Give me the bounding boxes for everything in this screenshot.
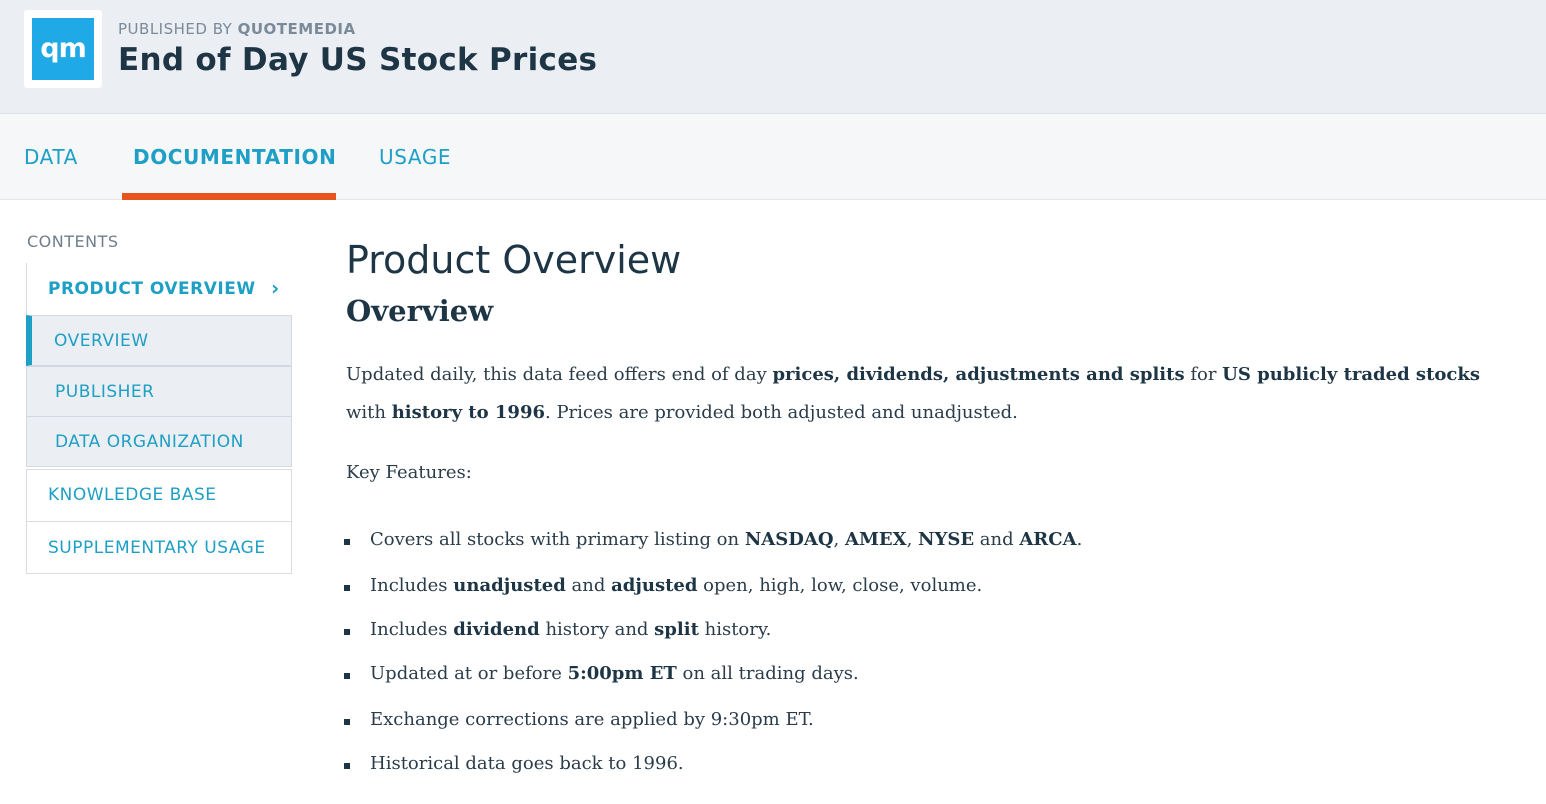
overview-paragraph: Updated daily, this data feed offers end… <box>346 356 1516 432</box>
list-item: Historical data goes back to 1996. <box>344 751 1494 781</box>
bold-text: unadjusted <box>453 575 566 596</box>
text: open, high, low, close, volume. <box>697 575 983 596</box>
section-heading: Product Overview <box>346 238 682 282</box>
text: Historical data goes back to 1996. <box>370 753 684 774</box>
bold-text: ARCA <box>1019 529 1077 550</box>
para-text: for <box>1184 364 1223 385</box>
text: , <box>833 529 845 550</box>
para-bold: prices, dividends, adjustments and split… <box>772 364 1185 385</box>
list-item-text: Includes dividend history and split hist… <box>370 619 771 640</box>
text: Exchange corrections are applied by 9:30… <box>370 709 814 730</box>
bullet-marker <box>344 629 350 635</box>
text: , <box>906 529 919 550</box>
tab-data[interactable]: DATA <box>24 114 78 200</box>
sidebar-item-label: DATA ORGANIZATION <box>55 432 244 452</box>
text: . <box>1076 529 1083 550</box>
list-item-text: Historical data goes back to 1996. <box>370 753 684 774</box>
text: Includes <box>370 619 454 640</box>
page-header: qm PUBLISHED BY QUOTEMEDIA End of Day US… <box>0 0 1546 114</box>
bullet-marker <box>344 719 350 725</box>
para-text: with <box>346 402 392 423</box>
text: Includes <box>370 575 454 596</box>
bullet-marker <box>344 673 350 679</box>
sidebar-item-label: PRODUCT OVERVIEW <box>48 279 256 299</box>
logo-mark: qm <box>32 18 94 80</box>
bullet-marker <box>344 585 350 591</box>
page-title: End of Day US Stock Prices <box>118 42 598 78</box>
bold-text: 5:00pm ET <box>567 663 677 684</box>
bold-text: AMEX <box>844 529 907 550</box>
list-item-text: Covers all stocks with primary listing o… <box>370 529 1082 550</box>
sidebar-subitem-overview[interactable]: OVERVIEW <box>26 315 292 366</box>
bullet-marker <box>344 763 350 769</box>
sidebar-subitem-publisher[interactable]: PUBLISHER <box>26 366 292 417</box>
bold-text: split <box>654 619 699 640</box>
text: on all trading days. <box>676 663 859 684</box>
list-item-text: Includes unadjusted and adjusted open, h… <box>370 575 982 596</box>
key-features-label: Key Features: <box>346 462 472 483</box>
tab-bar: DATA DOCUMENTATION USAGE <box>0 114 1546 200</box>
published-by: PUBLISHED BY QUOTEMEDIA <box>118 20 356 38</box>
para-text: Updated daily, this data feed offers end… <box>346 364 773 385</box>
para-bold: US publicly traded stocks <box>1222 364 1480 385</box>
list-item: Includes dividend history and split hist… <box>344 617 1494 647</box>
sidebar-item-knowledge-base[interactable]: KNOWLEDGE BASE <box>26 469 292 522</box>
tab-documentation[interactable]: DOCUMENTATION <box>133 114 336 200</box>
sidebar-item-product-overview[interactable]: PRODUCT OVERVIEW › <box>26 263 292 317</box>
text: Updated at or before <box>370 663 568 684</box>
bold-text: adjusted <box>611 575 698 596</box>
sidebar-item-label: SUPPLEMENTARY USAGE <box>48 538 266 558</box>
section-subheading: Overview <box>346 294 494 328</box>
text: and <box>974 529 1020 550</box>
publisher-name[interactable]: QUOTEMEDIA <box>238 20 356 38</box>
sidebar-subitem-data-organization[interactable]: DATA ORGANIZATION <box>26 416 292 467</box>
list-item-text: Updated at or before 5:00pm ET on all tr… <box>370 663 859 684</box>
text: and <box>565 575 612 596</box>
contents-heading: CONTENTS <box>27 232 119 251</box>
list-item: Includes unadjusted and adjusted open, h… <box>344 573 1494 603</box>
sidebar-item-supplementary-usage[interactable]: SUPPLEMENTARY USAGE <box>26 521 292 574</box>
text: history. <box>698 619 772 640</box>
bullet-marker <box>344 539 350 545</box>
chevron-right-icon: › <box>271 276 280 300</box>
active-tab-indicator <box>122 193 336 200</box>
tab-usage[interactable]: USAGE <box>379 114 451 200</box>
published-by-prefix: PUBLISHED BY <box>118 20 233 38</box>
sidebar-item-label: PUBLISHER <box>55 382 155 402</box>
list-item: Exchange corrections are applied by 9:30… <box>344 707 1494 737</box>
list-item: Covers all stocks with primary listing o… <box>344 527 1494 557</box>
text: Covers all stocks with primary listing o… <box>370 529 745 550</box>
publisher-logo[interactable]: qm <box>24 10 102 88</box>
sidebar-item-label: KNOWLEDGE BASE <box>48 485 217 505</box>
bold-text: NASDAQ <box>744 529 834 550</box>
sidebar-item-label: OVERVIEW <box>54 331 149 351</box>
text: history and <box>539 619 655 640</box>
bold-text: NYSE <box>918 529 975 550</box>
para-text: . Prices are provided both adjusted and … <box>545 402 1018 423</box>
para-bold: history to 1996 <box>391 402 545 423</box>
list-item: Updated at or before 5:00pm ET on all tr… <box>344 661 1494 691</box>
bold-text: dividend <box>453 619 540 640</box>
list-item-text: Exchange corrections are applied by 9:30… <box>370 709 814 730</box>
